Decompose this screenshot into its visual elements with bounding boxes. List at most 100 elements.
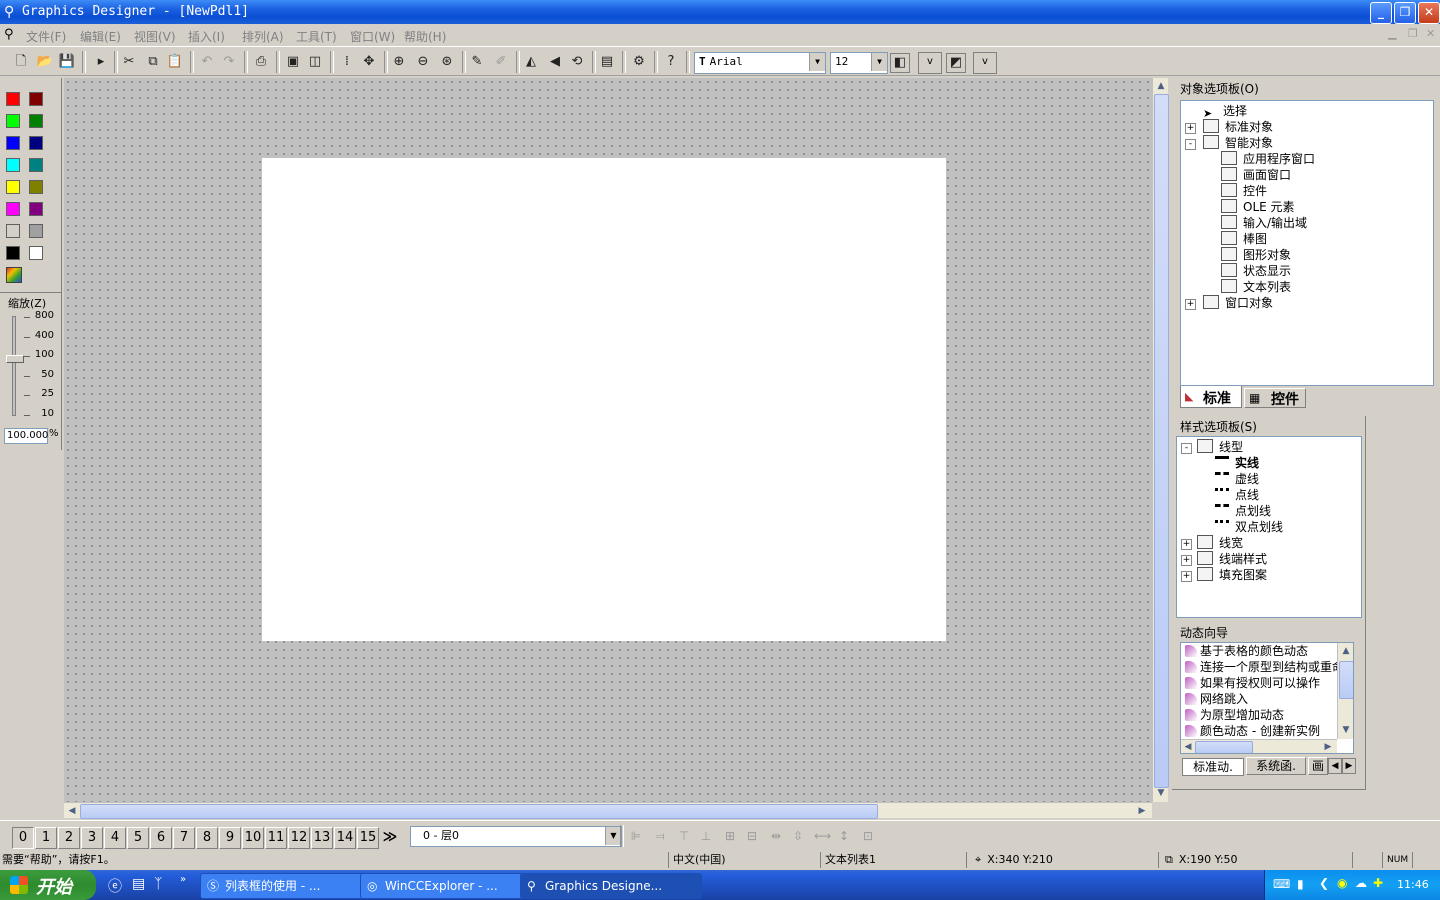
snap-to-grid-icon[interactable]: ✥: [360, 53, 378, 71]
tab-scroll-right-icon[interactable]: ▶: [1342, 758, 1356, 774]
tree-item[interactable]: 标准对象: [1203, 119, 1273, 135]
menu-item[interactable]: 视图(V): [134, 28, 176, 45]
tree-item[interactable]: 窗口对象: [1203, 295, 1273, 311]
font-size-combo[interactable]: 12 ▼: [830, 52, 888, 74]
tree-item[interactable]: 实线: [1215, 455, 1259, 471]
battery-icon[interactable]: ▮: [1297, 877, 1304, 891]
update-icon[interactable]: ✚: [1373, 876, 1383, 890]
tree-item[interactable]: 画面窗口: [1221, 167, 1291, 183]
app-quicklaunch-icon[interactable]: ᛉ: [154, 876, 162, 892]
tree-item[interactable]: 状态显示: [1221, 263, 1291, 279]
wizard-item[interactable]: 如果有授权则可以操作: [1185, 675, 1320, 691]
layer-button[interactable]: 15: [357, 827, 379, 849]
start-button[interactable]: 开始: [0, 870, 96, 900]
align-bottom-icon[interactable]: ⊥: [698, 828, 714, 844]
expand-icon[interactable]: +: [1185, 299, 1196, 310]
same-height-icon[interactable]: ↕: [836, 828, 852, 844]
zoom-slider-track[interactable]: [12, 316, 16, 416]
scroll-down-icon[interactable]: ▼: [1154, 786, 1168, 800]
menu-item[interactable]: 文件(F): [26, 28, 66, 45]
zoom-out-icon[interactable]: ⊖: [414, 53, 432, 71]
object-tab-controls[interactable]: ▦ 控件: [1244, 388, 1306, 408]
collapse-icon[interactable]: -: [1181, 443, 1192, 454]
tree-item[interactable]: 棒图: [1221, 231, 1267, 247]
tree-item[interactable]: 双点划线: [1215, 519, 1283, 535]
quicklaunch-more-icon[interactable]: »: [180, 874, 186, 885]
apply-properties-icon[interactable]: ✐: [492, 53, 510, 71]
undo-icon[interactable]: ↶: [198, 53, 216, 71]
layer-button[interactable]: 4: [104, 827, 126, 849]
expand-icon[interactable]: +: [1181, 555, 1192, 566]
scroll-down-icon[interactable]: ▼: [1339, 723, 1353, 737]
open-folder-icon[interactable]: 📂: [36, 53, 54, 71]
expand-icon[interactable]: +: [1185, 123, 1196, 134]
tree-item[interactable]: 文本列表: [1221, 279, 1291, 295]
paste-icon[interactable]: 📋: [166, 53, 184, 71]
canvas-horizontal-scrollbar[interactable]: ◀ ▶: [64, 802, 1152, 819]
style-tree[interactable]: - 线型 实线 虚线 点线 点划线 双点划线 + 线宽 + 线端样式 + 填充图案: [1176, 436, 1362, 618]
color-swatch[interactable]: [6, 180, 20, 194]
tree-item[interactable]: OLE 元素: [1221, 199, 1295, 215]
tray-expand-icon[interactable]: ❮: [1319, 876, 1329, 890]
taskbar-button[interactable]: Ⓢ 列表框的使用 - ...: [200, 873, 382, 899]
more-layers-button[interactable]: ≫: [380, 827, 400, 847]
copy-icon[interactable]: ⧉: [144, 53, 162, 71]
scroll-left-icon[interactable]: ◀: [1181, 740, 1195, 753]
rotate-icon[interactable]: ⟲: [568, 53, 586, 71]
color-swatch[interactable]: [29, 92, 43, 106]
color-swatch[interactable]: [29, 202, 43, 216]
tree-item[interactable]: 控件: [1221, 183, 1267, 199]
minimize-button[interactable]: _: [1370, 2, 1392, 24]
layer-button[interactable]: 13: [311, 827, 333, 849]
expand-icon[interactable]: +: [1181, 539, 1192, 550]
layer-button[interactable]: 6: [150, 827, 172, 849]
wizard-horizontal-scrollbar[interactable]: ◀ ▶: [1181, 739, 1337, 753]
wizard-tab-system[interactable]: 系统函.: [1246, 757, 1306, 775]
tree-item[interactable]: 线端样式: [1197, 551, 1267, 567]
zoom-fit-icon[interactable]: ⊛: [438, 53, 456, 71]
layer-button[interactable]: 11: [265, 827, 287, 849]
layer-button[interactable]: 9: [219, 827, 241, 849]
color-swatch[interactable]: [6, 114, 20, 128]
object-tree[interactable]: ➤ 选择 + 标准对象 - 智能对象 应用程序窗口 画面窗口 控件 OLE 元素 输入/输出域 棒图图…: [1180, 100, 1434, 386]
color-swatch[interactable]: [29, 136, 43, 150]
expand-icon[interactable]: +: [1181, 571, 1192, 582]
vertical-scroll-thumb[interactable]: [1154, 94, 1169, 788]
wizard-item[interactable]: 为原型增加动态: [1185, 707, 1284, 723]
tree-item[interactable]: 虚线: [1215, 471, 1259, 487]
layer-button[interactable]: 0: [12, 827, 34, 849]
wizard-vertical-scrollbar[interactable]: ▲ ▼: [1337, 643, 1353, 739]
color-swatch[interactable]: [6, 246, 20, 260]
layer-button[interactable]: 2: [58, 827, 80, 849]
custom-color-icon[interactable]: [6, 267, 22, 283]
zoom-tick-label[interactable]: 50: [32, 369, 54, 380]
network-icon[interactable]: ◉: [1337, 876, 1347, 890]
color-swatch[interactable]: [6, 158, 20, 172]
wizard-item[interactable]: 连接一个原型到结构或重命: [1185, 659, 1344, 675]
save-icon[interactable]: 💾: [58, 53, 76, 71]
wizard-item[interactable]: 基于表格的颜色动态: [1185, 643, 1308, 659]
grid-icon[interactable]: ⁞: [338, 53, 356, 71]
context-help-icon[interactable]: ?: [662, 53, 680, 71]
restore-button[interactable]: ❐: [1394, 2, 1416, 24]
layer-button[interactable]: 8: [196, 827, 218, 849]
layer-button[interactable]: 14: [334, 827, 356, 849]
collapse-icon[interactable]: -: [1185, 139, 1196, 150]
wizard-list[interactable]: 基于表格的颜色动态 连接一个原型到结构或重命 如果有授权则可以操作 网络跳入 为原型增加…: [1180, 642, 1354, 754]
tree-item[interactable]: 填充图案: [1197, 567, 1267, 583]
scroll-up-icon[interactable]: ▲: [1154, 79, 1168, 93]
scroll-left-icon[interactable]: ◀: [65, 804, 79, 818]
font-name-combo[interactable]: T Arial ▼: [694, 52, 826, 74]
wizard-tab-picture[interactable]: 画: [1308, 757, 1328, 775]
same-width-icon[interactable]: ⟷: [814, 828, 831, 844]
align-left-icon[interactable]: ⊫: [628, 828, 644, 844]
color-swatch[interactable]: [29, 114, 43, 128]
align-top-icon[interactable]: ⊤: [676, 828, 692, 844]
color-swatch[interactable]: [29, 158, 43, 172]
layer-button[interactable]: 10: [242, 827, 264, 849]
text-style-dropdown[interactable]: v: [918, 52, 942, 74]
color-swatch[interactable]: [6, 224, 20, 238]
tab-scroll-left-icon[interactable]: ◀: [1328, 758, 1342, 774]
layer-button[interactable]: 12: [288, 827, 310, 849]
zoom-tick-label[interactable]: 100: [32, 349, 54, 360]
